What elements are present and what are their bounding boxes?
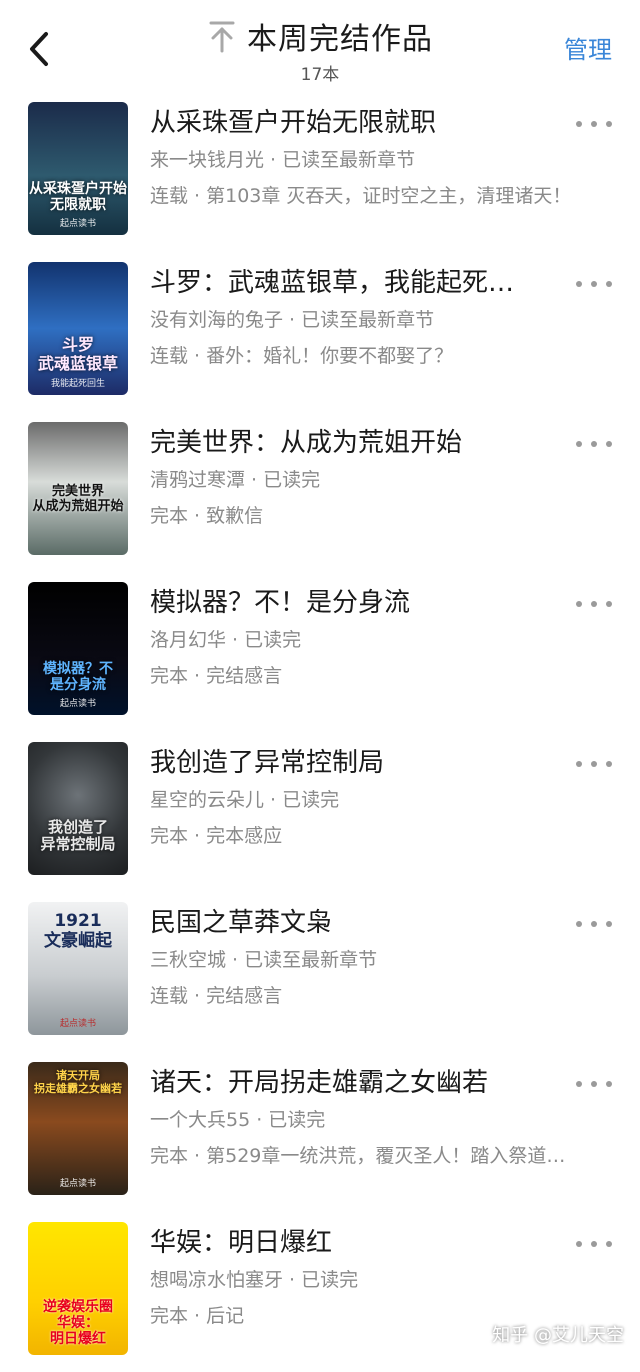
book-latest-chapter: 连载 · 番外：婚礼！你要不都娶了？ [150,345,454,367]
book-latest-chapter: 完本 · 完本感应 [150,825,283,847]
cover-title-text: 完美世界 从成为荒姐开始 [32,484,124,515]
more-dots-icon [576,121,582,127]
manage-button[interactable]: 管理 [564,30,612,65]
more-dots-icon [576,601,582,607]
book-author-progress: 没有刘海的兔子 · 已读至最新章节 [150,309,435,331]
book-item[interactable]: 从采珠疍户开始 无限就职 起点读书 从采珠疍户开始无限就职 来一块钱月光 · 已… [0,92,640,252]
pin-top-icon [209,21,235,53]
book-latest-chapter: 连载 · 完结感言 [150,985,283,1007]
book-cover[interactable]: 完美世界 从成为荒姐开始 [28,422,128,555]
book-latest-chapter: 连载 · 第103章 灭吞天，证时空之主，清理诸天！ [150,185,572,207]
book-title: 模拟器？不！是分身流 [150,588,411,618]
book-author-progress: 洛月幻华 · 已读完 [150,629,302,651]
book-title: 从采珠疍户开始无限就职 [150,108,437,138]
book-title: 我创造了异常控制局 [150,748,385,778]
book-title: 完美世界：从成为荒姐开始 [150,428,463,458]
book-author-progress: 星空的云朵儿 · 已读完 [150,789,340,811]
more-dots-icon [576,921,582,927]
book-latest-chapter: 完本 · 完结感言 [150,665,283,687]
more-options-button[interactable] [576,118,612,130]
more-options-button[interactable] [576,278,612,290]
book-author-progress: 来一块钱月光 · 已读至最新章节 [150,149,416,171]
book-author-progress: 一个大兵55 · 已读完 [150,1109,326,1131]
book-author-progress: 想喝凉水怕塞牙 · 已读完 [150,1269,359,1291]
more-dots-icon [576,281,582,287]
more-dots-icon [576,1241,582,1247]
book-item[interactable]: 斗罗 武魂蓝银草 我能起死回生 斗罗：武魂蓝银草，我能起死… 没有刘海的兔子 ·… [0,252,640,412]
book-cover[interactable]: 逆袭娱乐圈 华娱： 明日爆红 [28,1222,128,1355]
cover-publisher-badge: 起点读书 [59,1179,96,1189]
book-title: 华娱：明日爆红 [150,1228,333,1258]
cover-publisher-badge: 起点读书 [59,1019,96,1029]
book-author-progress: 三秋空城 · 已读至最新章节 [150,949,378,971]
book-title: 民国之草莽文枭 [150,908,333,938]
book-cover[interactable]: 1921 文豪崛起 起点读书 [28,902,128,1035]
book-item[interactable]: 模拟器？不 是分身流 起点读书 模拟器？不！是分身流 洛月幻华 · 已读完 完本… [0,572,640,732]
more-options-button[interactable] [576,918,612,930]
book-author-progress: 清鸦过寒潭 · 已读完 [150,469,321,491]
more-dots-icon [576,1081,582,1087]
book-latest-chapter: 完本 · 致歉信 [150,505,264,527]
book-cover[interactable]: 我创造了 异常控制局 [28,742,128,875]
book-latest-chapter: 完本 · 第529章一统洪荒，覆灭圣人！踏入祭道… [150,1145,566,1167]
book-item[interactable]: 诸天开局 拐走雄霸之女幽若 起点读书 诸天：开局拐走雄霸之女幽若 一个大兵55 … [0,1052,640,1212]
page-title: 本周完结作品 [247,22,433,57]
book-count: 17本 [300,65,340,85]
book-cover[interactable]: 模拟器？不 是分身流 起点读书 [28,582,128,715]
book-cover[interactable]: 从采珠疍户开始 无限就职 起点读书 [28,102,128,235]
cover-publisher-badge: 起点读书 [59,219,96,229]
book-item[interactable]: 逆袭娱乐圈 华娱： 明日爆红 华娱：明日爆红 想喝凉水怕塞牙 · 已读完 完本 … [0,1212,640,1372]
book-title: 斗罗：武魂蓝银草，我能起死… [150,268,515,298]
cover-title-text: 1921 文豪崛起 [44,911,112,951]
book-cover[interactable]: 诸天开局 拐走雄霸之女幽若 起点读书 [28,1062,128,1195]
book-item[interactable]: 1921 文豪崛起 起点读书 民国之草莽文枭 三秋空城 · 已读至最新章节 连载… [0,892,640,1052]
more-options-button[interactable] [576,438,612,450]
book-list: 从采珠疍户开始 无限就职 起点读书 从采珠疍户开始无限就职 来一块钱月光 · 已… [0,92,640,1372]
top-bar: 本周完结作品 17本 管理 [0,0,640,92]
cover-title-text: 我创造了 异常控制局 [40,817,116,853]
book-title: 诸天：开局拐走雄霸之女幽若 [150,1068,489,1098]
more-options-button[interactable] [576,758,612,770]
cover-title-text: 逆袭娱乐圈 华娱： 明日爆红 [43,1298,113,1347]
cover-title-text: 诸天开局 拐走雄霸之女幽若 [34,1069,122,1095]
cover-subtitle-badge: 我能起死回生 [50,379,105,389]
more-options-button[interactable] [576,1238,612,1250]
book-item[interactable]: 我创造了 异常控制局 我创造了异常控制局 星空的云朵儿 · 已读完 完本 · 完… [0,732,640,892]
more-dots-icon [576,441,582,447]
more-dots-icon [576,761,582,767]
book-item[interactable]: 完美世界 从成为荒姐开始 完美世界：从成为荒姐开始 清鸦过寒潭 · 已读完 完本… [0,412,640,572]
cover-publisher-badge: 起点读书 [59,699,96,709]
more-options-button[interactable] [576,598,612,610]
watermark: 知乎 @艾儿天空 [492,1325,624,1346]
book-cover[interactable]: 斗罗 武魂蓝银草 我能起死回生 [28,262,128,395]
more-options-button[interactable] [576,1078,612,1090]
